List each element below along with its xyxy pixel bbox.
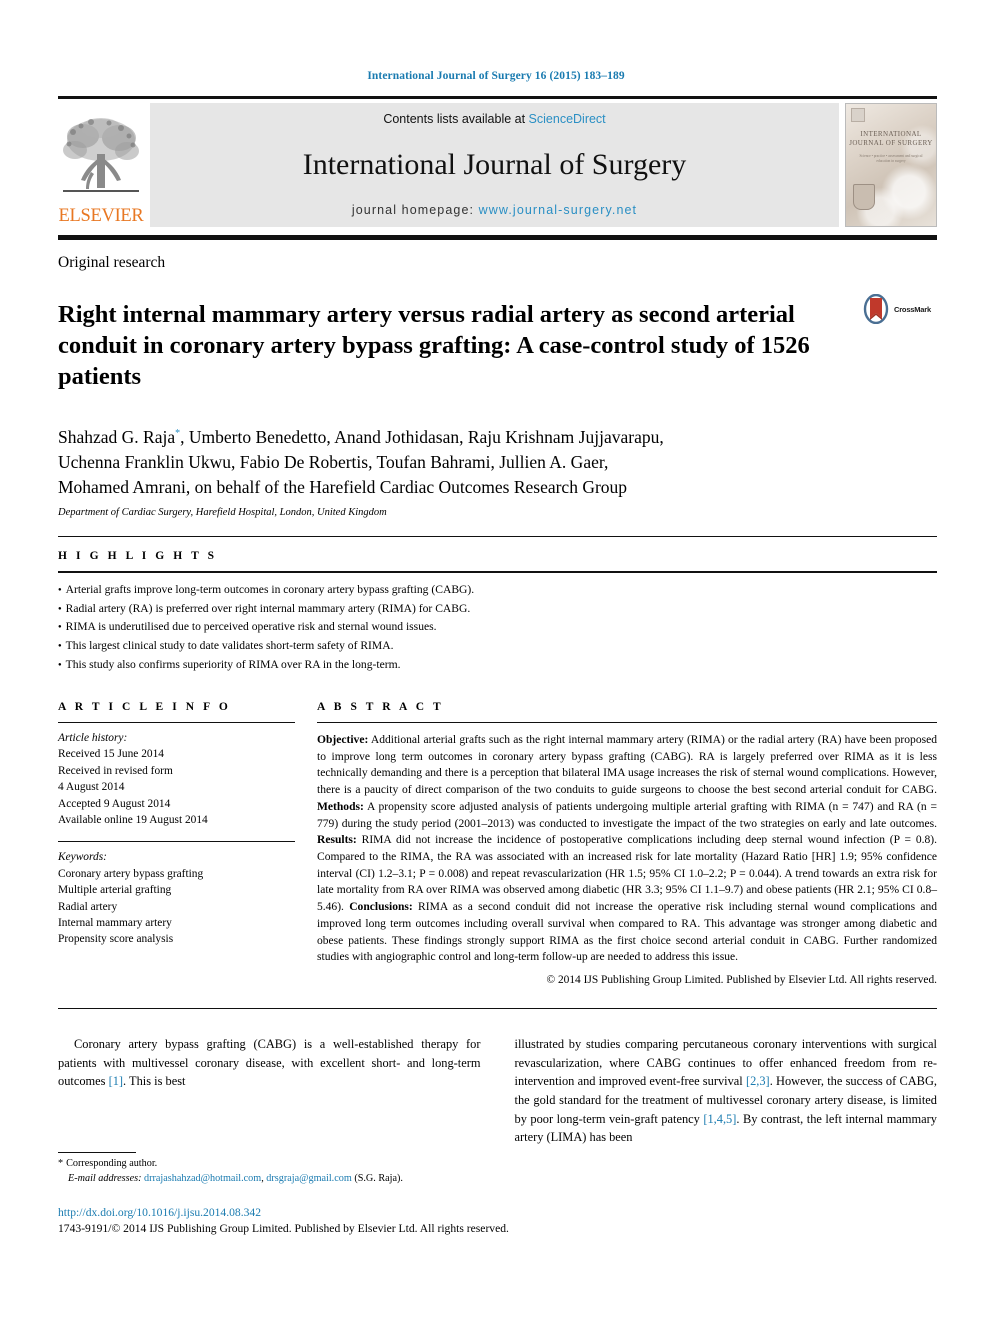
article-info-heading: A R T I C L E I N F O [58, 700, 231, 713]
running-head: International Journal of Surgery 16 (201… [367, 70, 625, 82]
keywords-block: Keywords: Coronary artery bypass graftin… [58, 849, 295, 948]
highlights-heading-rule [58, 570, 937, 573]
crossmark-badge[interactable]: CrossMark [861, 284, 937, 324]
article-page: International Journal of Surgery 16 (201… [0, 0, 992, 1323]
citation-ref[interactable]: [2,3] [746, 1074, 770, 1088]
contents-available-line: Contents lists available at ScienceDirec… [383, 112, 605, 126]
asterisk-icon: * [58, 1158, 64, 1169]
crossmark-label: CrossMark [894, 304, 931, 314]
sciencedirect-link[interactable]: ScienceDirect [529, 112, 606, 126]
keywords-rule [58, 841, 295, 843]
elsevier-wordmark: ELSEVIER [58, 205, 144, 226]
page-footer: http://dx.doi.org/10.1016/j.ijsu.2014.08… [58, 1205, 938, 1237]
authors-line1-rest: , Umberto Benedetto, Anand Jothidasan, R… [180, 427, 664, 448]
footnote-corresponding-line: * Corresponding author. [58, 1157, 488, 1172]
history-item: Accepted 9 August 2014 [58, 797, 171, 810]
article-info-column: A R T I C L E I N F O Article history: R… [58, 701, 295, 986]
body-paragraph: Coronary artery bypass grafting (CABG) i… [58, 1035, 481, 1091]
history-item: 4 August 2014 [58, 781, 125, 794]
keyword-item: Multiple arterial grafting [58, 884, 172, 897]
list-item: Arterial grafts improve long-term outcom… [58, 581, 937, 600]
abstract-objective-label: Objective: [317, 733, 369, 746]
highlights-top-rule [58, 535, 937, 537]
abstract-copyright: © 2014 IJS Publishing Group Limited. Pub… [546, 974, 937, 987]
title-row: Right internal mammary artery versus rad… [58, 284, 937, 409]
author-list: Shahzad G. Raja*, Umberto Benedetto, Ana… [58, 425, 937, 500]
doi-link[interactable]: http://dx.doi.org/10.1016/j.ijsu.2014.08… [58, 1205, 938, 1220]
abstract-heading: A B S T R A C T [317, 700, 444, 713]
journal-cover-thumbnail: INTERNATIONAL JOURNAL OF SURGERY Science… [845, 103, 937, 227]
cover-crest-icon [853, 184, 875, 210]
author-affiliation: Department of Cardiac Surgery, Harefield… [58, 506, 387, 518]
list-item: This largest clinical study to date vali… [58, 637, 937, 656]
body-left-tail: . This is best [123, 1074, 186, 1089]
issn-copyright-line: 1743-9191/© 2014 IJS Publishing Group Li… [58, 1222, 509, 1236]
elsevier-tree-icon [63, 117, 139, 192]
abstract-rule [317, 721, 937, 723]
keyword-item: Propensity score analysis [58, 933, 174, 946]
elsevier-logo: ELSEVIER [58, 103, 144, 227]
abstract-column: A B S T R A C T Objective: Additional ar… [317, 701, 937, 986]
corresponding-author-text: Corresponding author. [66, 1158, 158, 1169]
abstract-methods-label: Methods: [317, 800, 364, 813]
body-top-rule [58, 1008, 937, 1010]
keyword-item: Coronary artery bypass grafting [58, 867, 204, 880]
journal-title: International Journal of Surgery [302, 147, 687, 181]
list-item: This study also confirms superiority of … [58, 656, 937, 675]
keyword-item: Internal mammary artery [58, 917, 172, 930]
email-link-2[interactable]: drsgraja@gmail.com [266, 1173, 351, 1184]
email-owner: (S.G. Raja). [351, 1172, 403, 1184]
corresponding-author-footnote: * Corresponding author. E-mail addresses:… [58, 1152, 488, 1187]
authors-line3: Mohamed Amrani, on behalf of the Harefie… [58, 477, 628, 498]
history-item: Received in revised form [58, 764, 173, 777]
keywords-label: Keywords: [58, 851, 107, 864]
homepage-url-link[interactable]: www.journal-surgery.net [479, 203, 637, 217]
body-paragraph: illustrated by studies comparing percuta… [515, 1035, 938, 1147]
keyword-item: Radial artery [58, 900, 118, 913]
info-abstract-region: A R T I C L E I N F O Article history: R… [58, 701, 937, 986]
highlights-list: Arterial grafts improve long-term outcom… [58, 581, 937, 675]
article-history-label: Article history: [58, 731, 128, 744]
article-title: Right internal mammary artery versus rad… [58, 301, 810, 391]
abstract-results-label: Results: [317, 834, 357, 847]
journal-masthead: ELSEVIER Contents lists available at Sci… [58, 96, 937, 227]
citation-ref[interactable]: [1,4,5] [703, 1112, 736, 1126]
footnote-email-line: E-mail addresses: drrajashahzad@hotmail.… [58, 1172, 488, 1187]
journal-band: Contents lists available at ScienceDirec… [150, 103, 839, 227]
body-column-left: Coronary artery bypass grafting (CABG) i… [58, 1035, 481, 1147]
cover-elsevier-mark [851, 108, 865, 122]
highlights-heading: H I G H L I G H T S [58, 549, 218, 562]
cover-title-text: INTERNATIONAL JOURNAL OF SURGERY [849, 130, 933, 147]
homepage-prefix: journal homepage: [351, 203, 479, 217]
article-info-rule [58, 721, 295, 723]
authors-line2: Uchenna Franklin Ukwu, Fabio De Robertis… [58, 452, 609, 473]
article-history-block: Article history: Received 15 June 2014 R… [58, 730, 295, 829]
contents-prefix: Contents lists available at [383, 112, 529, 126]
body-column-right: illustrated by studies comparing percuta… [515, 1035, 938, 1147]
body-columns: Coronary artery bypass grafting (CABG) i… [58, 1035, 937, 1147]
masthead-bottom-rule [58, 235, 937, 240]
abstract-conclusions-label: Conclusions: [349, 901, 413, 914]
abstract-objective-text: Additional arterial grafts such as the r… [317, 733, 937, 797]
footnote-rule [58, 1152, 136, 1153]
citation-ref[interactable]: [1] [109, 1074, 123, 1088]
list-item: RIMA is underutilised due to perceived o… [58, 618, 937, 637]
list-item: Radial artery (RA) is preferred over rig… [58, 600, 937, 619]
cover-subtitle-text: Science • practice • assessment and surg… [859, 154, 923, 164]
journal-homepage-line: journal homepage: www.journal-surgery.ne… [352, 203, 637, 217]
history-item: Received 15 June 2014 [58, 748, 164, 761]
email-link-1[interactable]: drrajashahzad@hotmail.com [144, 1173, 261, 1184]
article-type-label: Original research [58, 254, 166, 271]
author-first: Shahzad G. Raja [58, 427, 176, 448]
history-item: Available online 19 August 2014 [58, 813, 208, 826]
email-addresses-label: E-mail addresses: [68, 1172, 142, 1184]
abstract-text: Objective: Additional arterial grafts su… [317, 732, 937, 966]
abstract-methods-text: A propensity score adjusted analysis of … [317, 800, 937, 830]
crossmark-icon [863, 294, 889, 324]
